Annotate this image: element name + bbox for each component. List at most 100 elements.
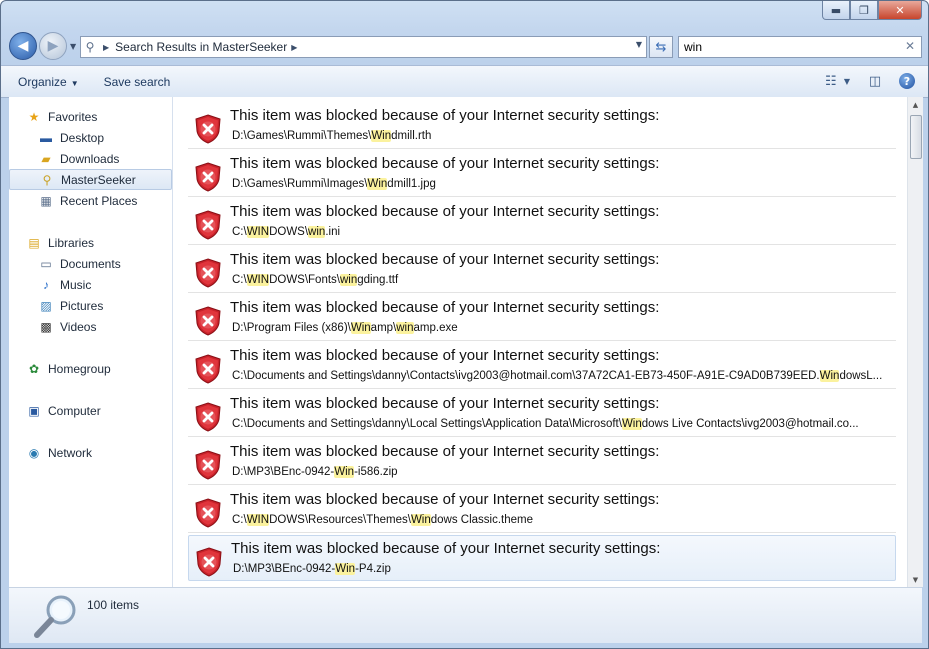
- search-match-highlight: Win: [367, 178, 388, 190]
- forward-button[interactable]: ▶: [39, 32, 67, 60]
- result-message: This item was blocked because of your In…: [230, 299, 660, 316]
- search-match-highlight: WIN: [246, 274, 270, 286]
- result-item[interactable]: This item was blocked because of your In…: [188, 439, 896, 485]
- sidebar-item-libraries[interactable]: ▤ Libraries: [26, 232, 172, 253]
- navigation-pane: ★ Favorites ▬ Desktop ▰ Downloads ⚲ MasterSe…: [9, 97, 173, 587]
- path-text: amp.exe: [413, 322, 458, 334]
- network-icon: ◉: [28, 445, 40, 460]
- result-path: C:\WINDOWS\win.ini: [232, 226, 894, 238]
- blocked-shield-icon: [195, 402, 221, 432]
- downloads-folder-icon: ▰: [41, 151, 51, 166]
- path-text: C:\: [232, 514, 247, 526]
- back-button[interactable]: ◀: [9, 32, 37, 60]
- window-controls: ▬ ❐ ✕: [822, 1, 922, 20]
- sidebar-item-homegroup[interactable]: ✿ Homegroup: [26, 358, 172, 379]
- sidebar-item-network[interactable]: ◉ Network: [26, 442, 172, 463]
- sidebar-item-recent-places[interactable]: ▦ Recent Places: [38, 190, 172, 211]
- search-match-highlight: Win: [621, 418, 642, 430]
- libraries-icon: ▤: [28, 235, 40, 250]
- result-item[interactable]: This item was blocked because of your In…: [188, 151, 896, 197]
- view-options-dropdown-icon[interactable]: ▼: [844, 77, 850, 86]
- preview-pane-icon[interactable]: ◫: [864, 71, 886, 91]
- help-button[interactable]: ?: [896, 71, 918, 91]
- result-path: C:\WINDOWS\Resources\Themes\Windows Clas…: [232, 514, 894, 526]
- sidebar-item-label: Music: [60, 277, 92, 292]
- result-item[interactable]: This item was blocked because of your In…: [188, 391, 896, 437]
- breadcrumb-separator-icon[interactable]: ▶: [291, 43, 297, 52]
- result-message: This item was blocked because of your In…: [230, 443, 660, 460]
- blocked-shield-icon: [195, 450, 221, 480]
- result-item[interactable]: This item was blocked because of your In…: [188, 103, 896, 149]
- recent-pages-dropdown-icon[interactable]: ▼: [70, 42, 76, 51]
- scroll-up-icon[interactable]: ▲: [908, 97, 923, 112]
- path-text: D:\Games\Rummi\Images\: [232, 178, 368, 190]
- organize-label: Organize: [18, 74, 67, 89]
- sidebar-item-videos[interactable]: ▩ Videos: [38, 316, 172, 337]
- music-icon: ♪: [43, 277, 49, 292]
- minimize-button[interactable]: ▬: [822, 1, 850, 20]
- address-bar[interactable]: ⚲ ▶ Search Results in MasterSeeker ▶ ▼: [80, 36, 647, 58]
- result-path: D:\Games\Rummi\Themes\Windmill.rth: [232, 130, 894, 142]
- sidebar-item-documents[interactable]: ▭ Documents: [38, 253, 172, 274]
- search-match-highlight: Win: [819, 370, 840, 382]
- path-text: C:\: [232, 274, 247, 286]
- item-count: 100 items: [87, 598, 140, 612]
- result-path: C:\WINDOWS\Fonts\wingding.ttf: [232, 274, 894, 286]
- path-text: dmill1.jpg: [387, 178, 436, 190]
- scroll-thumb[interactable]: [910, 115, 922, 159]
- breadcrumb[interactable]: Search Results in MasterSeeker: [115, 40, 287, 54]
- vertical-scrollbar[interactable]: ▲ ▼: [907, 97, 923, 587]
- scroll-down-icon[interactable]: ▼: [908, 572, 923, 587]
- help-icon: ?: [899, 73, 915, 89]
- blocked-shield-icon: [195, 354, 221, 384]
- result-item[interactable]: This item was blocked because of your In…: [188, 343, 896, 389]
- path-text: amp\: [370, 322, 397, 334]
- star-icon: ★: [28, 109, 40, 124]
- sidebar-item-label: MasterSeeker: [61, 172, 136, 187]
- explorer-window: ▬ ❐ ✕ ◀ ▶ ▼ ⚲ ▶ Search Results in Master…: [0, 0, 929, 649]
- search-match-highlight: win: [308, 226, 326, 238]
- save-search-button[interactable]: Save search: [96, 72, 179, 92]
- sidebar-item-favorites[interactable]: ★ Favorites: [26, 106, 172, 127]
- search-match-highlight: Win: [410, 514, 431, 526]
- search-box[interactable]: ✕: [678, 36, 922, 58]
- sidebar-item-label: Computer: [48, 403, 101, 418]
- sidebar-item-pictures[interactable]: ▨ Pictures: [38, 295, 172, 316]
- sidebar-item-computer[interactable]: ▣ Computer: [26, 400, 172, 421]
- result-item[interactable]: This item was blocked because of your In…: [188, 295, 896, 341]
- sidebar-item-masterseeker[interactable]: ⚲ MasterSeeker: [9, 169, 172, 190]
- breadcrumb-separator-icon[interactable]: ▶: [103, 43, 109, 52]
- path-text: D:\MP3\BEnc-0942-: [232, 466, 335, 478]
- search-input[interactable]: [679, 40, 894, 54]
- sidebar-item-desktop[interactable]: ▬ Desktop: [38, 127, 172, 148]
- refresh-button[interactable]: ⇆: [649, 36, 673, 58]
- sidebar-item-label: Recent Places: [60, 193, 138, 208]
- result-item[interactable]: This item was blocked because of your In…: [188, 199, 896, 245]
- result-item[interactable]: This item was blocked because of your In…: [188, 487, 896, 533]
- path-text: -P4.zip: [355, 563, 391, 575]
- maximize-button[interactable]: ❐: [850, 1, 878, 20]
- blocked-shield-icon: [195, 306, 221, 336]
- sidebar-item-label: Downloads: [60, 151, 120, 166]
- clear-search-icon[interactable]: ✕: [905, 39, 915, 53]
- path-text: DOWS\: [269, 226, 309, 238]
- address-dropdown-icon[interactable]: ▼: [636, 40, 642, 49]
- path-text: -i586.zip: [354, 466, 398, 478]
- change-view-icon[interactable]: ☷: [820, 71, 842, 91]
- search-folder-icon: ⚲: [42, 172, 52, 187]
- path-text: DOWS\Resources\Themes\: [269, 514, 411, 526]
- computer-icon: ▣: [28, 403, 40, 418]
- sidebar-item-music[interactable]: ♪ Music: [38, 274, 172, 295]
- sidebar-item-downloads[interactable]: ▰ Downloads: [38, 148, 172, 169]
- command-bar: Organize ▼ Save search ☷ ▼ ◫ ?: [1, 65, 928, 98]
- sidebar-item-label: Desktop: [60, 130, 105, 145]
- homegroup-icon: ✿: [28, 361, 40, 376]
- organize-button[interactable]: Organize ▼: [10, 72, 87, 92]
- result-item[interactable]: This item was blocked because of your In…: [188, 247, 896, 293]
- result-path: D:\MP3\BEnc-0942-Win-P4.zip: [233, 563, 895, 575]
- path-text: C:\Documents and Settings\danny\Local Se…: [232, 418, 622, 430]
- result-message: This item was blocked because of your In…: [230, 395, 660, 412]
- result-item[interactable]: This item was blocked because of your In…: [188, 535, 896, 581]
- blocked-shield-icon: [196, 547, 222, 577]
- close-button[interactable]: ✕: [878, 1, 922, 20]
